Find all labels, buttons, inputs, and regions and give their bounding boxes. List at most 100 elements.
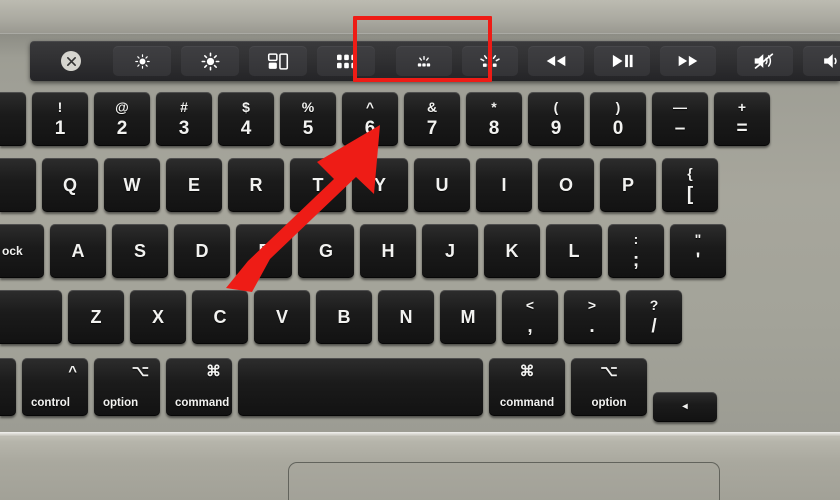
key-key[interactable]: — –: [652, 92, 708, 146]
key-legend-bottom: [: [686, 184, 694, 205]
key-w[interactable]: W: [104, 158, 160, 212]
key-u[interactable]: U: [414, 158, 470, 212]
key-4[interactable]: $4: [218, 92, 274, 146]
key-legend-bottom: W: [123, 175, 141, 195]
key-slash[interactable]: ? /: [626, 290, 682, 344]
key-s[interactable]: S: [112, 224, 168, 278]
touchbar-key-mute[interactable]: [737, 46, 793, 76]
key-q[interactable]: Q: [42, 158, 98, 212]
key-a[interactable]: A: [50, 224, 106, 278]
key-comma[interactable]: <,: [502, 290, 558, 344]
key-legend-bottom: L: [568, 241, 580, 261]
key-5[interactable]: % 5: [280, 92, 336, 146]
touch-bar[interactable]: [30, 41, 840, 81]
key-e[interactable]: E: [166, 158, 222, 212]
key-o[interactable]: O: [538, 158, 594, 212]
key-legend-bottom: 0: [612, 118, 624, 139]
brightness-high-icon: [200, 51, 220, 71]
key-f[interactable]: F: [236, 224, 292, 278]
key-legend-top: {: [687, 165, 693, 181]
key-j[interactable]: J: [422, 224, 478, 278]
key-1[interactable]: ! 1: [32, 92, 88, 146]
key-row-bottom: Z X C V B N M <, >.? /: [0, 290, 840, 350]
key-period[interactable]: >.: [564, 290, 620, 344]
key-row-modifiers: ^ control ⌥ option ⌘ command ⌘ command ⌥ option ◂: [0, 358, 840, 422]
key-legend-bottom: O: [558, 175, 573, 195]
volume-mute-icon: [753, 52, 777, 70]
key-v[interactable]: V: [254, 290, 310, 344]
key-space[interactable]: [238, 358, 483, 416]
key-legend-top: ⌘: [206, 363, 221, 380]
key-key[interactable]: + =: [714, 92, 770, 146]
key-legend-bottom: command: [175, 396, 230, 409]
key-g[interactable]: G: [298, 224, 354, 278]
touchbar-key-mission-control[interactable]: [249, 46, 307, 76]
key-command-right[interactable]: ⌘ command: [489, 358, 565, 416]
key-control-left[interactable]: ^ control: [22, 358, 88, 416]
key-d[interactable]: D: [174, 224, 230, 278]
key-grave-partial[interactable]: [0, 92, 26, 146]
key-y[interactable]: Y: [352, 158, 408, 212]
touchbar-key-brightness-up[interactable]: [181, 46, 239, 76]
key-legend-bottom: M: [460, 307, 476, 327]
key-m[interactable]: M: [440, 290, 496, 344]
key-legend-bottom: R: [249, 175, 263, 195]
key-legend-bottom: Y: [373, 175, 386, 195]
play-pause-icon: [612, 54, 633, 68]
touchbar-key-escape[interactable]: [39, 46, 103, 76]
touchbar-key-brightness-down[interactable]: [113, 46, 171, 76]
key-legend-bottom: P: [621, 175, 634, 195]
key-semicolon[interactable]: :;: [608, 224, 664, 278]
key-0[interactable]: ) 0: [590, 92, 646, 146]
key-c[interactable]: C: [192, 290, 248, 344]
key-r[interactable]: R: [228, 158, 284, 212]
key-legend-bottom: G: [318, 241, 333, 261]
key-l[interactable]: L: [546, 224, 602, 278]
key-2[interactable]: @2: [94, 92, 150, 146]
touchbar-key-play-pause[interactable]: [594, 46, 650, 76]
key-arrow-left[interactable]: ◂: [653, 392, 717, 422]
key-legend-bottom: K: [505, 241, 519, 261]
key-h[interactable]: H: [360, 224, 416, 278]
key-legend-bottom: N: [399, 307, 413, 327]
key-n[interactable]: N: [378, 290, 434, 344]
key-bracket-left[interactable]: {[: [662, 158, 718, 212]
key-legend-bottom: H: [381, 241, 395, 261]
touchbar-key-volume-down[interactable]: [803, 46, 840, 76]
key-legend-bottom: A: [71, 241, 85, 261]
key-quote[interactable]: " ': [670, 224, 726, 278]
key-6[interactable]: ^ 6: [342, 92, 398, 146]
key-p[interactable]: P: [600, 158, 656, 212]
key-caps-lock[interactable]: ock: [0, 224, 44, 278]
key-i[interactable]: I: [476, 158, 532, 212]
key-x[interactable]: X: [130, 290, 186, 344]
key-t[interactable]: T: [290, 158, 346, 212]
key-fn-partial[interactable]: [0, 358, 16, 416]
key-legend-bottom: /: [651, 316, 657, 337]
key-legend-top: ": [694, 231, 702, 247]
touchbar-key-rewind[interactable]: [528, 46, 584, 76]
key-tab-partial[interactable]: [0, 158, 36, 212]
key-legend-top: *: [491, 99, 497, 115]
key-k[interactable]: K: [484, 224, 540, 278]
key-option-left[interactable]: ⌥ option: [94, 358, 160, 416]
trackpad[interactable]: [288, 462, 720, 500]
key-9[interactable]: (9: [528, 92, 584, 146]
key-3[interactable]: #3: [156, 92, 212, 146]
key-z[interactable]: Z: [68, 290, 124, 344]
key-option-right[interactable]: ⌥ option: [571, 358, 647, 416]
key-8[interactable]: * 8: [466, 92, 522, 146]
touchbar-key-fast-forward[interactable]: [660, 46, 716, 76]
key-legend-bottom: J: [444, 241, 455, 261]
screenshot-root: ! 1 @2 #3 $4% 5 ^ 6 & 7 * 8(9) 0— – + = Q W E R T Y U I O P{[ oc…: [0, 0, 840, 500]
key-legend-bottom: option: [103, 396, 139, 409]
key-b[interactable]: B: [316, 290, 372, 344]
touchbar-key-keyboard-backlight-up[interactable]: [462, 46, 518, 76]
touchbar-key-keyboard-backlight-down[interactable]: [396, 46, 452, 76]
key-shift-left-partial[interactable]: [0, 290, 62, 344]
touchbar-key-launchpad[interactable]: [317, 46, 375, 76]
key-command-left[interactable]: ⌘ command: [166, 358, 232, 416]
key-7[interactable]: & 7: [404, 92, 460, 146]
key-legend-bottom: 2: [116, 118, 128, 139]
key-legend-bottom: =: [736, 118, 748, 139]
